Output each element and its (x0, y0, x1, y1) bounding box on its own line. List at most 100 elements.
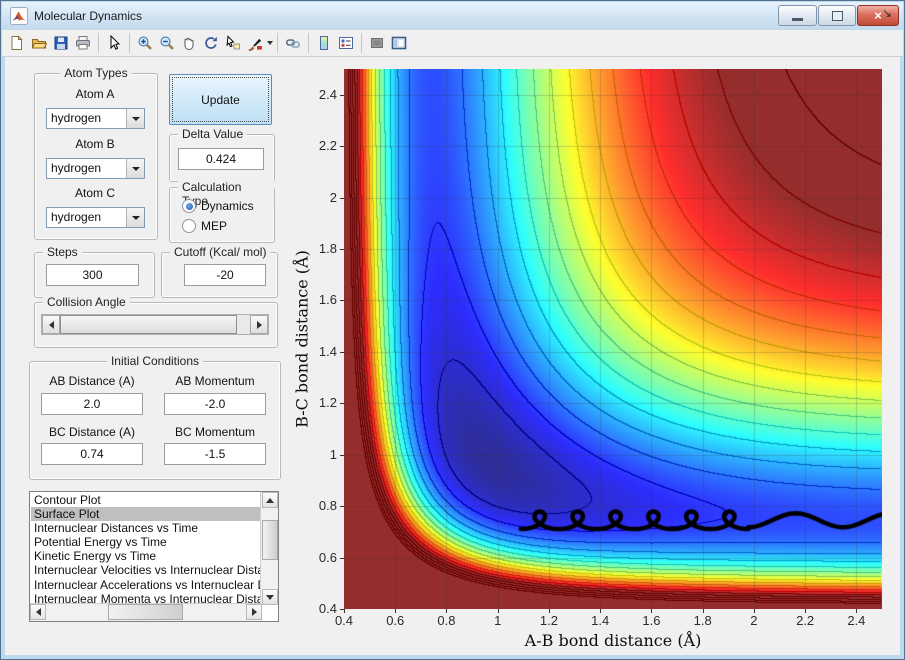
atom-b-dropdown[interactable]: hydrogen (46, 158, 145, 179)
slider-right-arrow[interactable] (250, 315, 268, 334)
x-tick-label: 1.4 (591, 613, 610, 628)
ab-momentum-label: AB Momentum (175, 374, 255, 388)
steps-field[interactable] (46, 264, 139, 286)
bc-momentum-field[interactable] (164, 443, 266, 465)
brush-icon (248, 38, 262, 51)
open-file-button[interactable] (28, 32, 50, 54)
ab-distance-field[interactable] (41, 393, 143, 415)
data-cursor-icon (226, 35, 240, 50)
collision-angle-slider[interactable] (41, 314, 269, 335)
data-cursor-button[interactable] (222, 32, 244, 54)
insert-colorbar-button[interactable] (313, 32, 335, 54)
brush-dropdown-arrow-icon[interactable] (267, 41, 273, 45)
mep-radio[interactable]: MEP (182, 219, 227, 233)
update-button[interactable]: Update (169, 74, 272, 125)
pointer-button[interactable] (103, 32, 125, 54)
link-plot-button[interactable] (282, 32, 304, 54)
atom-a-value: hydrogen (51, 111, 102, 125)
mep-radio-label: MEP (201, 219, 228, 233)
atom-types-title: Atom Types (60, 66, 132, 80)
print-icon (76, 36, 90, 50)
scroll-left-button[interactable] (30, 604, 46, 620)
matlab-logo-icon (10, 7, 28, 25)
new-file-icon (11, 35, 23, 50)
show-plot-tools-button[interactable] (388, 32, 410, 54)
toolbar-separator (361, 33, 362, 53)
scroll-right-button[interactable] (246, 604, 262, 620)
pes-contour-plot[interactable] (344, 69, 882, 609)
close-icon: × (874, 8, 882, 23)
rotate-3d-icon (205, 36, 217, 49)
cutoff-field[interactable] (184, 264, 266, 286)
list-item[interactable]: Contour Plot (31, 493, 261, 507)
atom-b-dropdown-arrow-icon[interactable] (126, 159, 144, 178)
pointer-icon (110, 35, 121, 50)
scroll-down-button[interactable] (262, 589, 278, 605)
y-tick-mark (340, 506, 344, 508)
list-item[interactable]: Surface Plot (31, 507, 261, 522)
x-axis-label: A-B bond distance (Å) (524, 631, 702, 650)
y-tick-label: 0.4 (318, 601, 337, 616)
toolbar-separator (129, 33, 130, 53)
y-tick-label: 0.6 (318, 549, 337, 565)
save-figure-button[interactable] (50, 32, 72, 54)
zoom-in-button[interactable] (134, 32, 156, 54)
y-tick-mark (340, 300, 344, 302)
pan-icon (184, 37, 194, 50)
vertical-scroll-thumb[interactable] (262, 520, 278, 560)
list-item[interactable]: Potential Energy vs Time (31, 535, 261, 549)
cutoff-title: Cutoff (Kcal/ mol) (170, 245, 271, 259)
x-tick-label: 2.2 (796, 613, 815, 628)
print-button[interactable] (72, 32, 94, 54)
atom-a-dropdown-arrow-icon[interactable] (126, 109, 144, 128)
listbox-vertical-scrollbar[interactable] (260, 492, 278, 605)
atom-a-dropdown[interactable]: hydrogen (46, 108, 145, 129)
show-plot-tools-icon (391, 36, 407, 50)
plot-type-listbox[interactable]: Contour Plot Surface Plot Internuclear Dis… (29, 491, 279, 622)
dynamics-radio[interactable]: Dynamics (182, 199, 254, 213)
y-tick-mark (340, 609, 344, 610)
toolbar-overflow-icon[interactable]: ↘ (882, 6, 892, 20)
dynamics-radio-icon[interactable] (182, 199, 196, 213)
horizontal-scroll-thumb[interactable] (108, 604, 183, 620)
insert-legend-button[interactable] (335, 32, 357, 54)
atom-c-label: Atom C (74, 186, 115, 200)
title-bar[interactable]: Molecular Dynamics (2, 2, 903, 31)
restore-icon (831, 10, 843, 21)
app-window: Molecular Dynamics × ↘ Atom Types Atom A… (0, 0, 905, 660)
y-tick-mark (340, 249, 344, 250)
list-item[interactable]: Internuclear Velocities vs Internuclear … (31, 563, 261, 577)
delta-value-field[interactable] (178, 148, 264, 170)
y-tick-mark (340, 351, 344, 353)
minimize-button[interactable] (778, 5, 817, 26)
bc-distance-field[interactable] (41, 443, 143, 465)
hide-plot-tools-button[interactable] (366, 32, 388, 54)
x-tick-label: 0.6 (386, 613, 405, 628)
window-title: Molecular Dynamics (34, 9, 143, 23)
brush-button[interactable] (244, 32, 266, 54)
mep-radio-icon[interactable] (182, 219, 196, 233)
list-item[interactable]: Kinetic Energy vs Time (31, 549, 261, 563)
list-item[interactable]: Internuclear Distances vs Time (31, 521, 261, 535)
atom-b-value: hydrogen (51, 161, 102, 175)
new-file-button[interactable] (6, 32, 28, 54)
zoom-out-button[interactable] (156, 32, 178, 54)
rotate-3d-button[interactable] (200, 32, 222, 54)
restore-button[interactable] (818, 5, 856, 26)
x-tick-label: 2.4 (847, 613, 866, 628)
open-file-icon (31, 39, 47, 49)
plot-type-items: Contour Plot Surface Plot Internuclear Dis… (31, 493, 261, 604)
atom-b-label: Atom B (75, 137, 115, 151)
close-button[interactable]: × (857, 5, 899, 26)
atom-c-dropdown-arrow-icon[interactable] (126, 208, 144, 227)
list-item[interactable]: Internuclear Accelerations vs Internucle… (31, 578, 261, 592)
slider-thumb[interactable] (60, 315, 237, 334)
slider-left-arrow[interactable] (42, 315, 60, 334)
ab-momentum-field[interactable] (164, 393, 266, 415)
y-tick-label: 0.8 (318, 498, 337, 514)
y-tick-mark (340, 403, 344, 405)
atom-c-dropdown[interactable]: hydrogen (46, 207, 145, 228)
listbox-horizontal-scrollbar[interactable] (30, 603, 262, 621)
scroll-up-button[interactable] (262, 492, 278, 508)
pan-button[interactable] (178, 32, 200, 54)
